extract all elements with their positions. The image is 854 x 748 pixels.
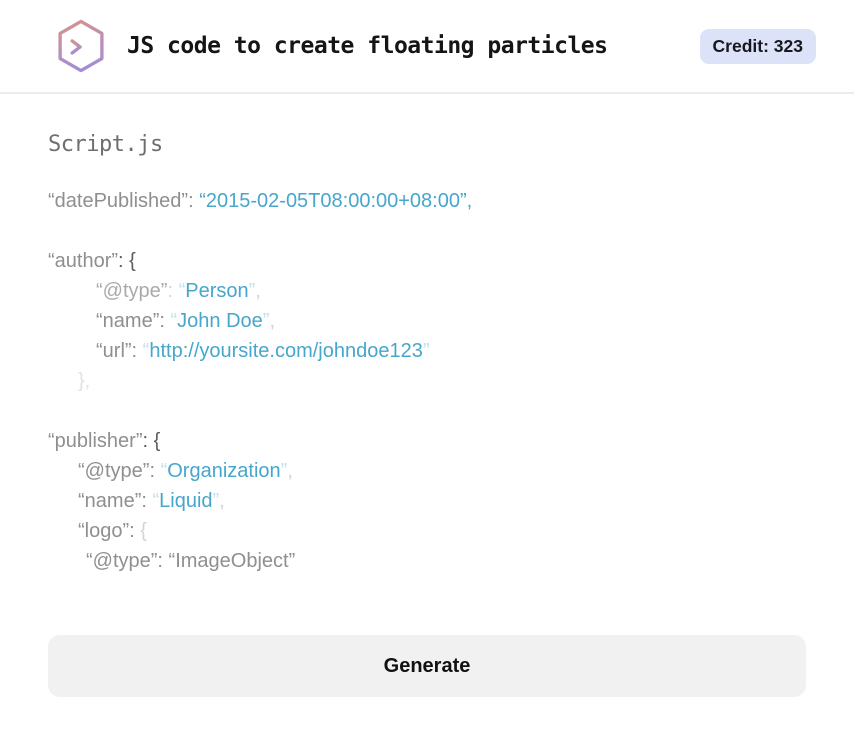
code-block: “datePublished”: “2015-02-05T08:00:00+08… — [48, 186, 806, 576]
code-token: John Doe — [177, 310, 263, 332]
code-token: “@type” — [78, 460, 150, 482]
code-line: “publisher”: { — [48, 426, 806, 456]
code-filename: Script.js — [48, 132, 163, 157]
code-token: : — [131, 340, 143, 362]
code-token: }, — [78, 370, 91, 392]
code-token: : — [167, 280, 179, 302]
code-token: : — [149, 460, 161, 482]
page-title: JS code to create floating particles — [127, 33, 608, 59]
code-token: { — [140, 520, 147, 542]
code-line: “url”: “http://yoursite.com/johndoe123” — [48, 336, 806, 366]
code-line: “name”: “Liquid”, — [48, 486, 806, 516]
code-token: ” — [422, 340, 430, 362]
code-token: “name” — [96, 310, 160, 332]
terminal-prompt-hexagon-icon — [58, 19, 104, 73]
code-line: “logo”: { — [48, 516, 806, 546]
code-token: “datePublished” — [48, 190, 189, 212]
code-token: “@type” — [96, 280, 168, 302]
code-token: “name” — [78, 490, 142, 512]
code-token: “2015-02-05T08:00:00+08:00”, — [199, 190, 473, 212]
code-line: “@type”: “Organization”, — [48, 456, 806, 486]
code-token: , — [269, 310, 276, 332]
code-token: “url” — [96, 340, 132, 362]
code-token: : — [141, 490, 153, 512]
code-token: : — [159, 310, 171, 332]
footer: Generate — [0, 635, 854, 697]
code-token: , — [219, 490, 225, 512]
code-line: }, — [48, 366, 806, 396]
code-line: “datePublished”: “2015-02-05T08:00:00+08… — [48, 186, 806, 216]
credit-badge: Credit: 323 — [699, 28, 816, 64]
code-line: “author”: { — [48, 246, 806, 276]
code-token: Liquid — [159, 490, 213, 512]
code-token: : — [188, 190, 200, 212]
code-token: Organization — [167, 460, 281, 482]
code-token: “@type”: “ImageObject” — [86, 550, 296, 572]
generate-button[interactable]: Generate — [48, 635, 806, 697]
code-token: http://yoursite.com/johndoe123 — [149, 340, 423, 362]
code-token: “publisher” — [48, 430, 143, 452]
code-token: “author” — [48, 250, 119, 272]
code-token: : { — [142, 430, 161, 452]
code-line: “@type”: “ImageObject” — [48, 546, 806, 576]
code-line: “name”: “John Doe”, — [48, 306, 806, 336]
code-token: , — [287, 460, 293, 482]
main-content: Script.js “datePublished”: “2015-02-05T0… — [0, 132, 854, 576]
app-header: JS code to create floating particles Cre… — [0, 0, 854, 94]
code-token: : — [129, 520, 141, 542]
code-line: “@type”: “Person”, — [48, 276, 806, 306]
code-token: Person — [185, 280, 249, 302]
code-token: , — [255, 280, 261, 302]
code-token: “logo” — [78, 520, 130, 542]
code-token: : { — [118, 250, 136, 272]
